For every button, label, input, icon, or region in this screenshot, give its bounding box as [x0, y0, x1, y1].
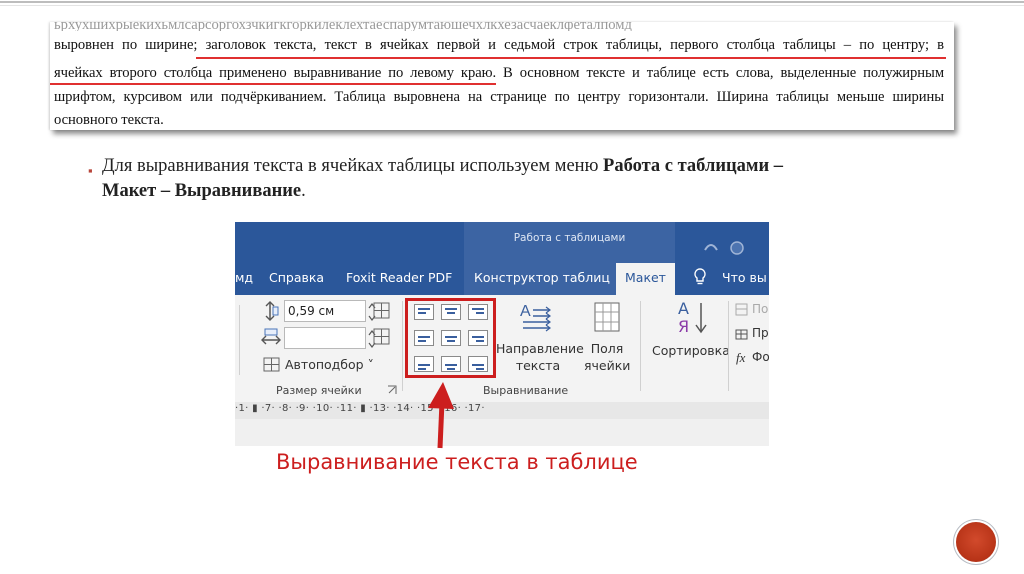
tab-help[interactable]: Справка: [269, 270, 324, 285]
red-underline-2: [50, 83, 496, 85]
lightbulb-icon: [694, 268, 706, 285]
ruler: ·1· ▮ ·7· ·8· ·9· ·10· ·11· ▮ ·13· ·14· …: [235, 402, 769, 419]
context-title: Работа с таблицами: [513, 232, 626, 244]
tab-tell-me[interactable]: Что вы: [722, 270, 767, 285]
group-label-cell-size: Размер ячейки: [276, 384, 362, 397]
ribbon-body: 0,59 см Автоподбор ˅ Размер ячейки A Нап…: [235, 295, 769, 402]
height-field[interactable]: 0,59 см: [284, 300, 366, 322]
repeat-header-label: По: [752, 302, 769, 316]
bullet-text: Для выравнивания текста в ячейках таблиц…: [102, 154, 932, 204]
bullet-text-end: .: [301, 181, 306, 201]
sort-letter-a: А: [678, 299, 689, 318]
document-line-1: выровнен по ширине; заголовок текста, те…: [54, 37, 944, 53]
svg-text:A: A: [520, 303, 531, 320]
convert-to-text-icon[interactable]: [735, 327, 749, 341]
autofit-button[interactable]: Автоподбор ˅: [285, 357, 374, 372]
group-separator-1: [402, 301, 403, 391]
sort-label[interactable]: Сортировка: [652, 343, 730, 358]
sort-letter-ya: Я: [678, 317, 690, 336]
bullet-text-bold-menu: Работа с таблицами –: [603, 156, 784, 176]
height-icon: [265, 301, 279, 321]
tab-foxit[interactable]: Foxit Reader PDF: [346, 270, 452, 285]
cell-margins-label-1: Поля: [590, 341, 624, 356]
text-direction-label-2: текста: [515, 358, 561, 373]
repeat-header-icon[interactable]: [735, 303, 749, 317]
tab-table-design[interactable]: Конструктор таблиц: [474, 270, 610, 285]
bullet-text-bold-path: Макет – Выравнивание: [102, 181, 302, 201]
document-excerpt: ьрхухшихрыекихьмлсарсоргохзчкигкгоркилек…: [50, 22, 954, 130]
autofit-label: Автоподбор: [285, 357, 364, 372]
tab-insert[interactable]: мд: [235, 270, 253, 285]
text-direction-icon[interactable]: A: [517, 301, 557, 333]
group-separator: [239, 305, 240, 375]
group-separator-2: [640, 301, 641, 391]
autofit-icon: [263, 357, 280, 372]
width-icon: [261, 328, 281, 345]
top-rule: [0, 1, 1024, 3]
formula-label: Фо: [752, 350, 769, 364]
document-area: [235, 419, 769, 446]
width-field[interactable]: [284, 327, 366, 349]
red-underline-1: [196, 57, 946, 59]
document-cut-line: ьрхухшихрыекихьмлсарсоргохзчкигкгоркилек…: [54, 22, 632, 31]
cell-margins-icon[interactable]: [593, 301, 623, 333]
convert-to-text-label: Пр: [752, 326, 769, 340]
document-line-2: ячейках второго столбца применено выравн…: [54, 65, 944, 81]
tab-layout[interactable]: Макет: [616, 263, 675, 295]
document-line-4: основного текста.: [54, 112, 164, 128]
word-ribbon-screenshot: Работа с таблицами мд Справка Foxit Read…: [235, 222, 769, 446]
titlebar-icons: [704, 241, 744, 255]
cell-margins-label-2: ячейки: [584, 358, 631, 373]
alignment-highlight-box: [405, 298, 496, 378]
chevron-down-icon: ˅: [367, 357, 374, 372]
next-slide-button[interactable]: [956, 522, 996, 562]
highlight-caption: Выравнивание текста в таблице: [276, 450, 638, 474]
distribute-rows-icon[interactable]: [373, 302, 391, 320]
sort-icon[interactable]: [694, 301, 708, 335]
top-rule-thin: [0, 5, 1024, 6]
arrow-icon: [428, 382, 454, 449]
document-line-3: шрифтом, курсивом или подчёркиванием. Та…: [54, 89, 944, 105]
height-value: 0,59 см: [288, 304, 335, 318]
bullet-text-plain: Для выравнивания текста в ячейках таблиц…: [102, 156, 604, 176]
dialog-launcher-icon[interactable]: [387, 385, 397, 395]
formula-icon[interactable]: fx: [736, 350, 745, 366]
distribute-columns-icon[interactable]: [373, 328, 391, 346]
text-direction-label-1: Направление: [496, 341, 584, 356]
group-label-alignment: Выравнивание: [483, 384, 569, 397]
group-separator-3: [728, 301, 729, 391]
